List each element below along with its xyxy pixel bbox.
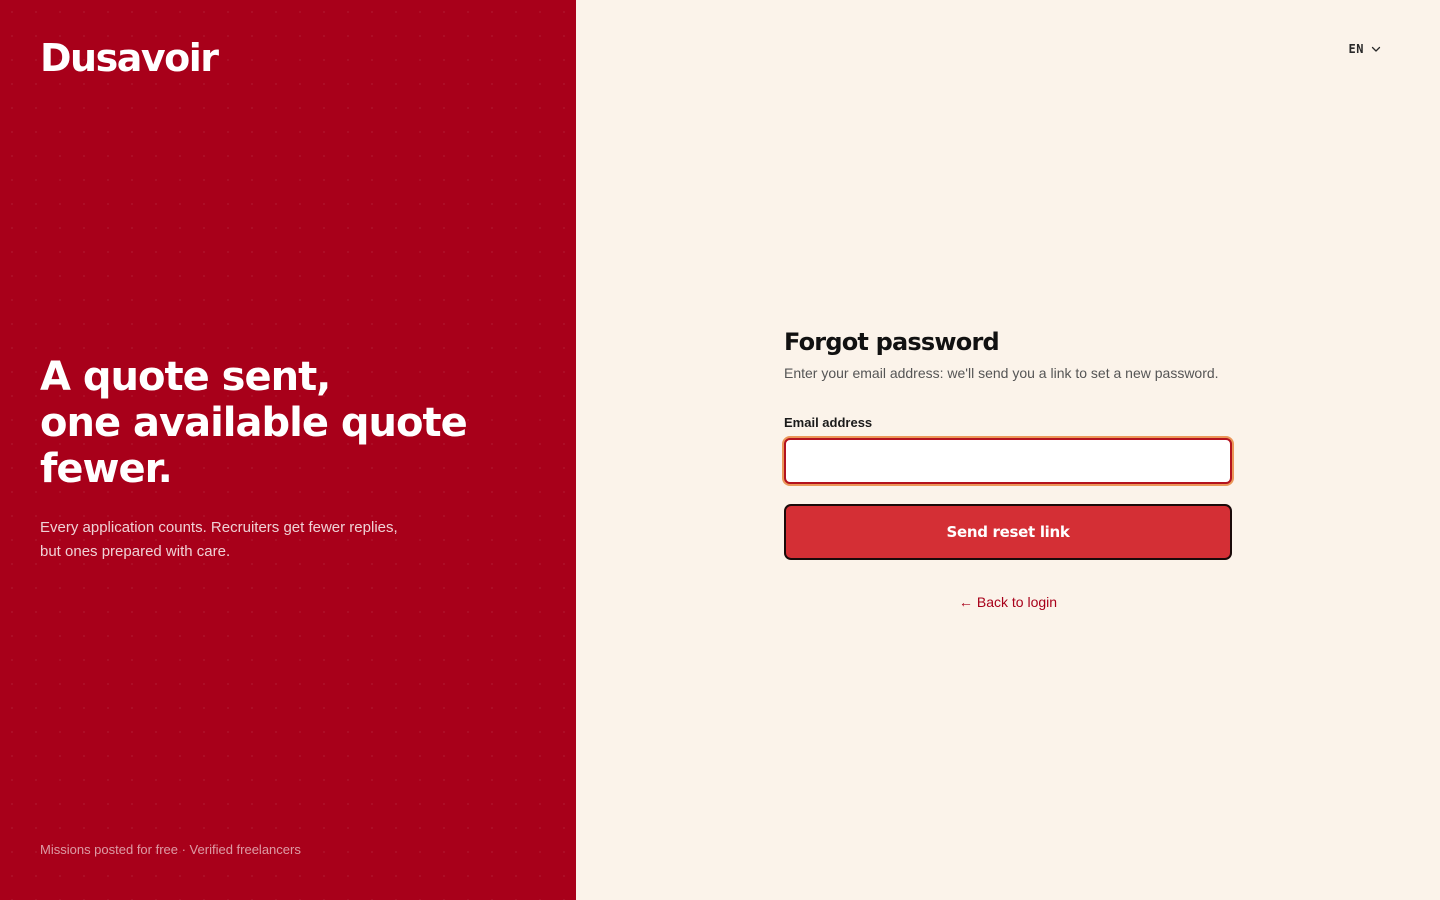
form-title: Forgot password: [784, 328, 1000, 356]
hero-headline-line-1: A quote sent,: [40, 354, 331, 400]
hero-subtext-line-1: Every application counts. Recruiters get…: [40, 519, 398, 536]
form-panel: EN Forgot password Enter your email addr…: [576, 0, 1440, 900]
hero-headline: A quote sent, one available quote fewer.: [40, 354, 480, 492]
send-reset-link-button[interactable]: Send reset link: [784, 504, 1232, 560]
hero: A quote sent, one available quote fewer.…: [40, 354, 480, 564]
hero-headline-line-3: fewer.: [40, 446, 173, 492]
brand-panel: Dusavoir A quote sent, one available quo…: [0, 0, 576, 900]
arrow-left-icon: ←: [958, 594, 973, 610]
language-label: EN: [1348, 42, 1364, 56]
forgot-password-form: Forgot password Enter your email address…: [784, 326, 1232, 612]
form-description: Enter your email address: we'll send you…: [784, 365, 1219, 381]
email-field[interactable]: [784, 438, 1232, 484]
hero-subtext: Every application counts. Recruiters get…: [40, 516, 480, 564]
forgot-password-page: Dusavoir A quote sent, one available quo…: [0, 0, 1440, 900]
chevron-down-icon: [1371, 46, 1381, 52]
email-label: Email address: [784, 415, 873, 430]
brand-footer: Missions posted for free · Verified free…: [40, 842, 301, 857]
hero-headline-line-2: one available quote: [40, 400, 468, 446]
brand-logo[interactable]: Dusavoir: [40, 36, 219, 80]
back-to-login-label: Back to login: [976, 594, 1058, 610]
brand-logo-text: Dusavoir: [40, 36, 219, 80]
back-to-login-link[interactable]: ← Back to login: [784, 592, 1232, 612]
hero-subtext-line-2: but ones prepared with care.: [40, 543, 231, 560]
language-selector[interactable]: EN: [1349, 40, 1382, 58]
